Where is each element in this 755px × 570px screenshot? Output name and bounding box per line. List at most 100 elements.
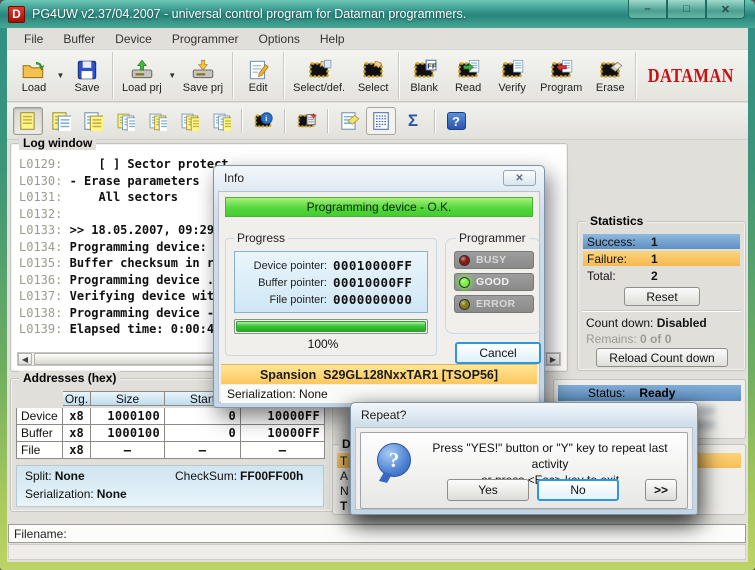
reload-countdown-button[interactable]: Reload Count down bbox=[596, 348, 728, 367]
save-prj-label: Save prj bbox=[183, 82, 223, 94]
menu-device[interactable]: Device bbox=[106, 30, 161, 48]
view-buffer-5-button[interactable] bbox=[141, 107, 171, 135]
info-dialog-title: Info bbox=[224, 171, 244, 185]
no-button[interactable]: No bbox=[537, 479, 619, 501]
reset-button[interactable]: Reset bbox=[624, 287, 700, 306]
view-buffer-2-button[interactable] bbox=[45, 107, 75, 135]
app-window: D PG4UW v2.37/04.2007 - universal contro… bbox=[0, 0, 755, 570]
info-dialog: Info ✕ Programming device - O.K. Progres… bbox=[213, 165, 545, 408]
edit-label: Edit bbox=[249, 82, 268, 94]
blank-label: Blank bbox=[410, 82, 438, 94]
scroll-right-arrow-icon[interactable]: ▶ bbox=[546, 353, 560, 365]
filename-bar: Filename: bbox=[8, 524, 746, 543]
menu-file[interactable]: File bbox=[15, 30, 52, 48]
verify-button[interactable]: Verify bbox=[490, 52, 534, 99]
save-label: Save bbox=[74, 82, 99, 94]
view-buffer-7-button[interactable] bbox=[205, 107, 235, 135]
select-def-label: Select/def. bbox=[293, 82, 345, 94]
dataman-logo: DATAMAN bbox=[636, 52, 746, 99]
device-banner: Spansion S29GL128NxxTAR1 [TSOP56] bbox=[221, 364, 537, 384]
help-button[interactable]: ? bbox=[441, 107, 471, 135]
buffer-info-box: Split:None CheckSum:FF00FF00h Serializat… bbox=[16, 465, 324, 507]
menu-options[interactable]: Options bbox=[250, 30, 309, 48]
maximize-button[interactable]: □ bbox=[667, 0, 706, 19]
checksum-button[interactable]: Σ bbox=[398, 107, 428, 135]
yellow-doc-icon bbox=[90, 116, 103, 131]
load-prj-dropdown-arrow[interactable]: ▼ bbox=[168, 52, 177, 99]
load-dropdown-arrow[interactable]: ▼ bbox=[56, 52, 65, 99]
view-toolbar: i Σ ? bbox=[7, 103, 748, 140]
menu-programmer[interactable]: Programmer bbox=[163, 30, 248, 48]
more-button[interactable]: >> bbox=[645, 479, 677, 501]
repeat-content-panel: ? Press "YES!" button or "Y" key to repe… bbox=[360, 432, 688, 509]
row-file: File bbox=[16, 442, 63, 459]
success-row: Success:1 bbox=[583, 234, 740, 249]
program-label: Program bbox=[540, 82, 582, 94]
erase-buffer-button[interactable] bbox=[334, 107, 364, 135]
repeat-dialog: Repeat? ? Press "YES!" button or "Y" key… bbox=[350, 402, 698, 515]
row-device: Device bbox=[16, 408, 63, 425]
view-edit-buffer-button[interactable] bbox=[366, 107, 396, 135]
device-special-button[interactable] bbox=[291, 107, 321, 135]
floppy-icon bbox=[74, 59, 100, 81]
repeat-dialog-title: Repeat? bbox=[361, 408, 406, 422]
serialization-row: Serialization: None bbox=[221, 385, 537, 403]
yellow-doc-icon bbox=[223, 118, 231, 131]
drive-up-icon bbox=[129, 59, 155, 81]
filename-label: Filename: bbox=[14, 527, 67, 541]
title-bar[interactable]: D PG4UW v2.37/04.2007 - universal contro… bbox=[0, 0, 755, 28]
read-button[interactable]: Read bbox=[446, 52, 490, 99]
log-window-title: Log window bbox=[19, 136, 96, 150]
document-icon bbox=[514, 60, 523, 72]
statistics-title: Statistics bbox=[586, 214, 647, 228]
open-folder-icon bbox=[21, 59, 47, 81]
select-default-button[interactable]: Select/def. bbox=[287, 52, 351, 99]
device-info-button[interactable]: i bbox=[248, 107, 278, 135]
menu-buffer[interactable]: Buffer bbox=[54, 30, 104, 48]
repeat-dialog-body: ? Press "YES!" button or "Y" key to repe… bbox=[355, 427, 693, 510]
save-project-button[interactable]: Save prj bbox=[177, 52, 229, 99]
progress-percent: 100% bbox=[226, 337, 420, 351]
cancel-button[interactable]: Cancel bbox=[455, 342, 541, 364]
blank-check-button[interactable]: FF Blank bbox=[402, 52, 446, 99]
save-button[interactable]: Save bbox=[65, 52, 109, 99]
main-toolbar: Load ▼ Save Load prj ▼ Save prj bbox=[7, 50, 748, 102]
program-button[interactable]: Program bbox=[534, 52, 588, 99]
programmer-group: Programmer BUSY GOOD ERROR bbox=[445, 238, 541, 334]
load-project-button[interactable]: Load prj bbox=[116, 52, 168, 99]
yes-button[interactable]: Yes bbox=[447, 479, 529, 501]
window-title: PG4UW v2.37/04.2007 - universal control … bbox=[32, 7, 466, 21]
remains-status: Remains: 0 of 0 bbox=[586, 332, 671, 346]
svg-text:i: i bbox=[265, 114, 267, 123]
view-buffer-4-button[interactable] bbox=[109, 107, 139, 135]
scroll-left-arrow-icon[interactable]: ◀ bbox=[18, 353, 32, 365]
menu-bar: File Buffer Device Programmer Options He… bbox=[7, 28, 748, 50]
menu-help[interactable]: Help bbox=[311, 30, 354, 48]
select-label: Select bbox=[358, 82, 389, 94]
status-bar bbox=[8, 544, 746, 560]
close-button[interactable]: ✕ bbox=[706, 0, 745, 19]
progress-group: Progress Device pointer: 00010000FF Buff… bbox=[225, 238, 437, 356]
edit-button[interactable]: Edit bbox=[236, 52, 280, 99]
select-button[interactable]: Select bbox=[351, 52, 395, 99]
blue-doc-icon bbox=[159, 118, 167, 131]
statistics-panel: Statistics Success:1 Failure:1 Total:2 R… bbox=[577, 221, 746, 371]
blue-doc-icon bbox=[127, 118, 135, 131]
erase-button[interactable]: Erase bbox=[588, 52, 632, 99]
good-indicator: GOOD bbox=[454, 273, 534, 291]
hex-view-icon bbox=[374, 113, 388, 130]
minimize-button[interactable]: – bbox=[628, 0, 667, 19]
view-buffer-3-button[interactable] bbox=[77, 107, 107, 135]
client-area: Log window L0129: [ ] Sector protect L01… bbox=[7, 140, 748, 562]
question-mark-icon: ? bbox=[447, 112, 466, 130]
load-button[interactable]: Load bbox=[12, 52, 56, 99]
app-icon: D bbox=[8, 6, 25, 23]
row-buffer: Buffer bbox=[16, 425, 63, 442]
view-buffer-6-button[interactable] bbox=[173, 107, 203, 135]
sigma-icon: Σ bbox=[408, 111, 418, 131]
yellow-doc-icon bbox=[191, 118, 199, 131]
info-close-icon[interactable]: ✕ bbox=[503, 170, 536, 186]
verify-label: Verify bbox=[498, 82, 526, 94]
view-buffer-1-button[interactable] bbox=[13, 107, 43, 135]
progress-bar bbox=[234, 319, 428, 334]
